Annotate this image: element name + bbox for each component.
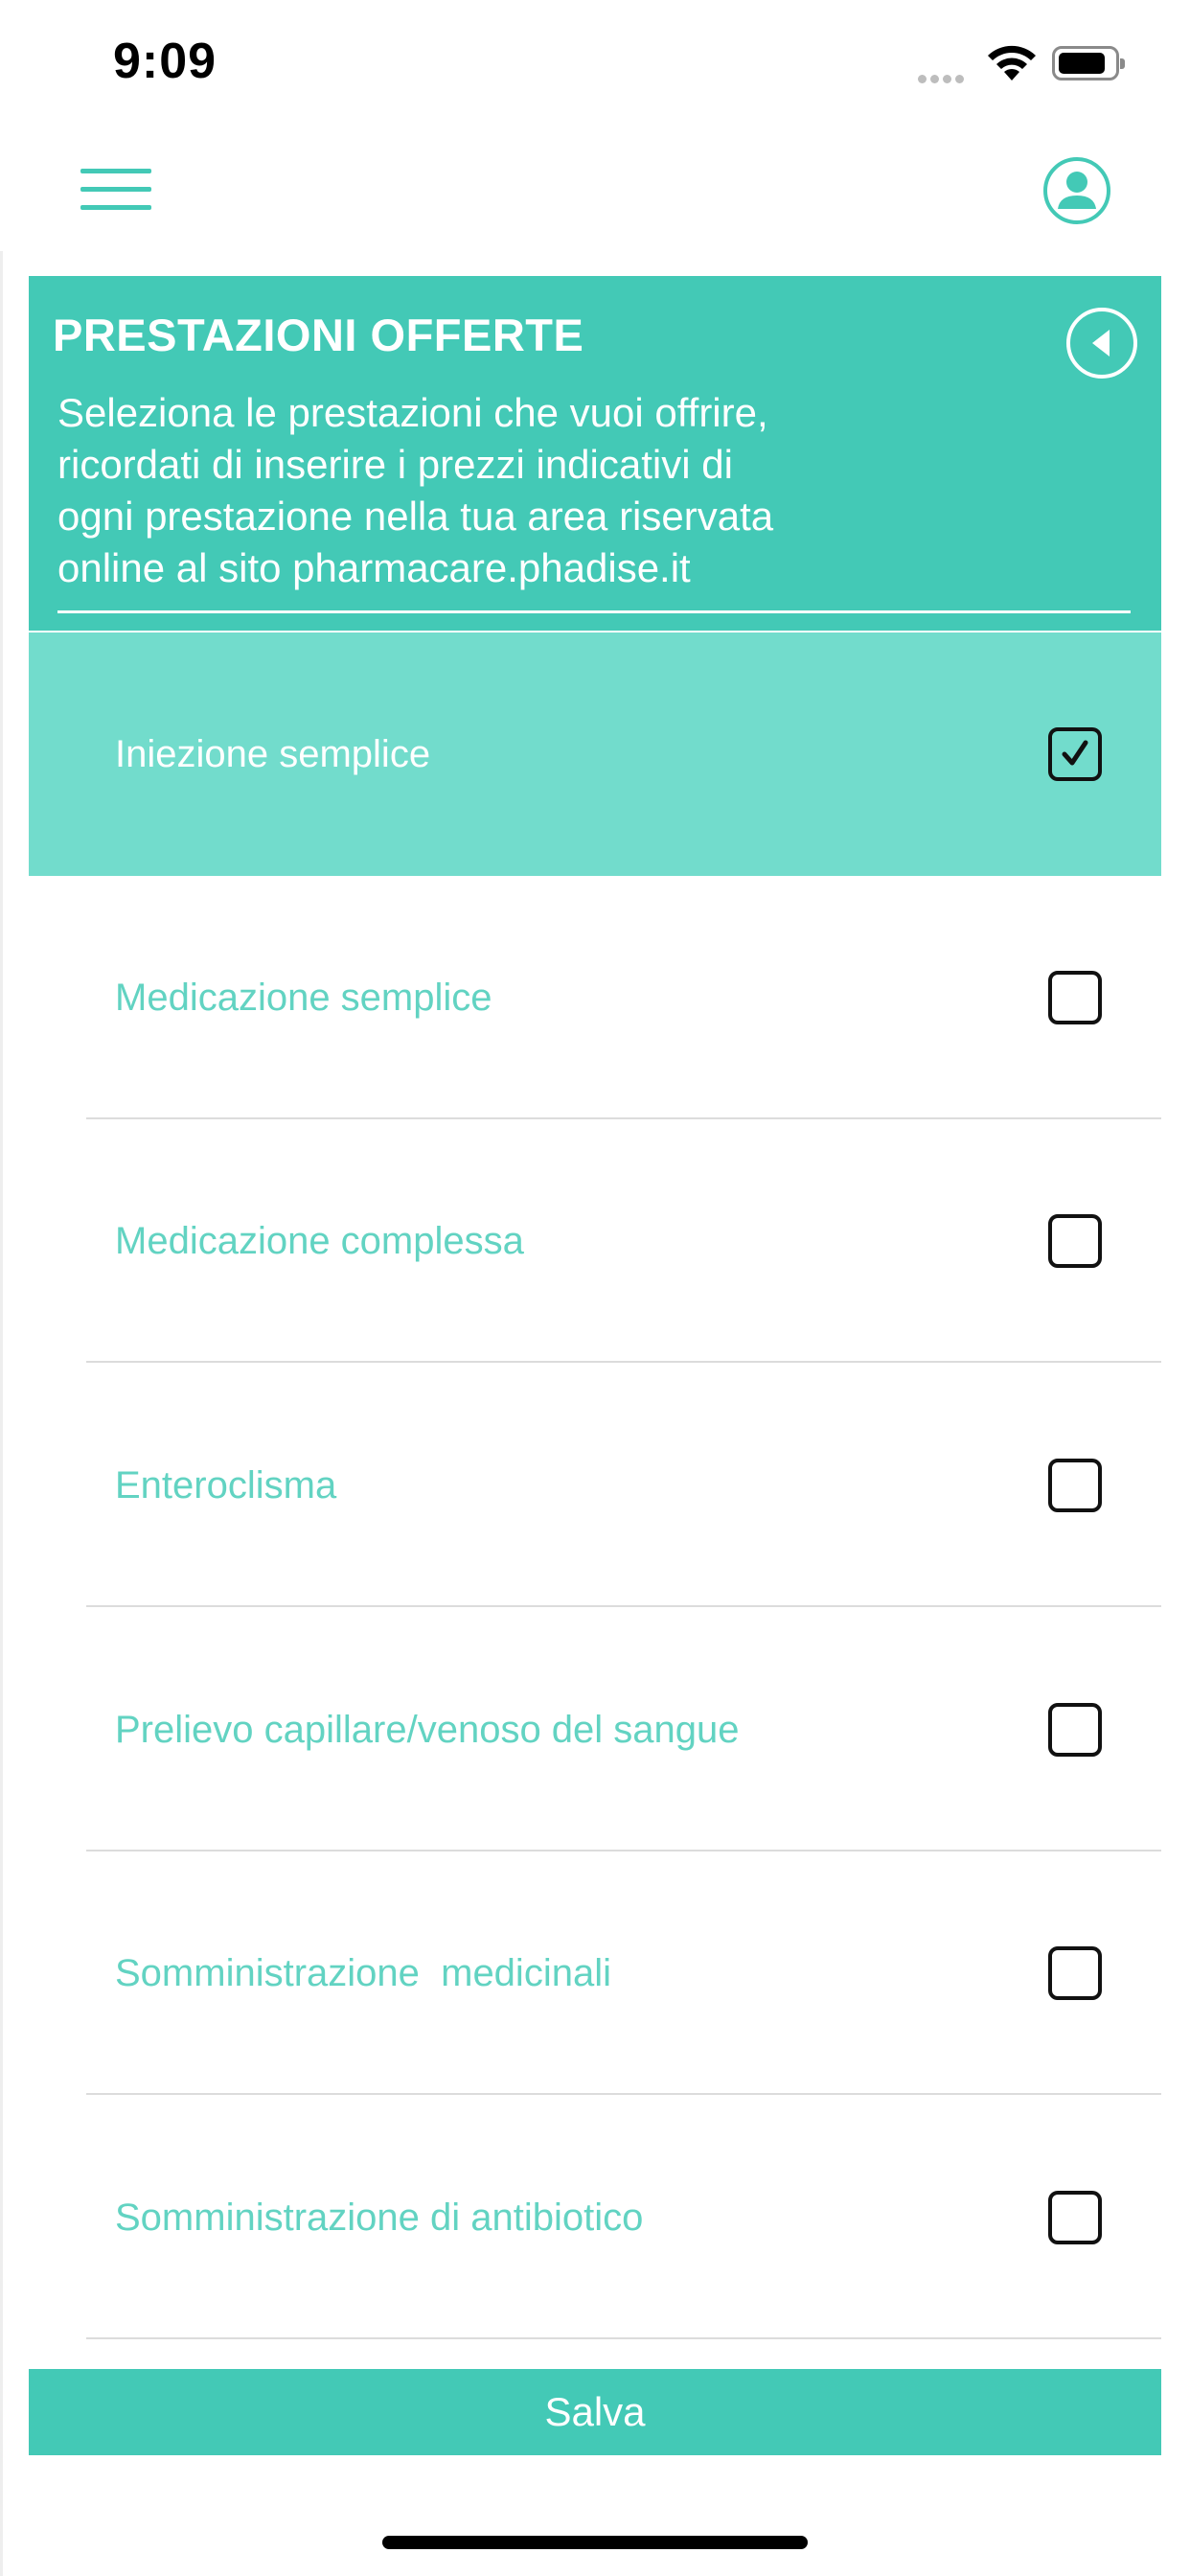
menu-button[interactable] <box>80 169 151 211</box>
row-divider <box>86 1605 1161 1607</box>
wifi-icon <box>985 44 1039 87</box>
header-divider <box>57 610 1131 613</box>
back-button[interactable] <box>1065 307 1138 380</box>
save-button[interactable]: Salva <box>29 2369 1161 2455</box>
service-checkbox[interactable] <box>1048 1946 1102 2000</box>
status-time: 9:09 <box>113 34 217 89</box>
service-row-enteroclisma[interactable]: Enteroclisma <box>29 1364 1161 1607</box>
service-row-somministrazione-antibiotico[interactable]: Somministrazione di antibiotico <box>29 2096 1161 2339</box>
row-divider <box>86 2093 1161 2095</box>
service-label: Enteroclisma <box>115 1464 337 1506</box>
service-checkbox[interactable] <box>1048 2191 1102 2244</box>
row-divider <box>86 1361 1161 1363</box>
user-icon <box>1043 157 1110 224</box>
service-row-somministrazione-medicinali[interactable]: Somministrazione medicinali <box>29 1852 1161 2095</box>
page-title: PRESTAZIONI OFFERTE <box>53 310 584 360</box>
left-rail <box>0 251 3 2576</box>
service-checkbox[interactable] <box>1048 727 1102 781</box>
service-checkbox[interactable] <box>1048 971 1102 1024</box>
service-label: Medicazione semplice <box>115 977 492 1019</box>
header-description: Seleziona le prestazioni che vuoi offrir… <box>57 390 774 590</box>
hamburger-icon <box>80 169 151 173</box>
profile-button[interactable] <box>1042 156 1111 225</box>
service-row-iniezione-semplice[interactable]: Iniezione semplice <box>29 632 1161 876</box>
service-label: Medicazione complessa <box>115 1220 524 1262</box>
service-checkbox[interactable] <box>1048 1459 1102 1512</box>
service-label: Iniezione semplice <box>115 733 431 775</box>
service-row-prelievo[interactable]: Prelievo capillare/venoso del sangue <box>29 1608 1161 1852</box>
service-row-medicazione-semplice[interactable]: Medicazione semplice <box>29 876 1161 1119</box>
service-checkbox[interactable] <box>1048 1214 1102 1268</box>
row-divider <box>86 2337 1161 2339</box>
back-arrow-icon <box>1066 308 1137 379</box>
service-row-medicazione-complessa[interactable]: Medicazione complessa <box>29 1119 1161 1363</box>
service-label: Somministrazione medicinali <box>115 1952 611 1994</box>
battery-icon <box>1052 46 1125 80</box>
home-indicator <box>382 2536 808 2549</box>
signal-icon <box>918 71 968 88</box>
service-label: Prelievo capillare/venoso del sangue <box>115 1709 740 1751</box>
service-checkbox[interactable] <box>1048 1703 1102 1757</box>
checkmark-icon <box>1062 740 1088 766</box>
service-label: Somministrazione di antibiotico <box>115 2196 644 2239</box>
